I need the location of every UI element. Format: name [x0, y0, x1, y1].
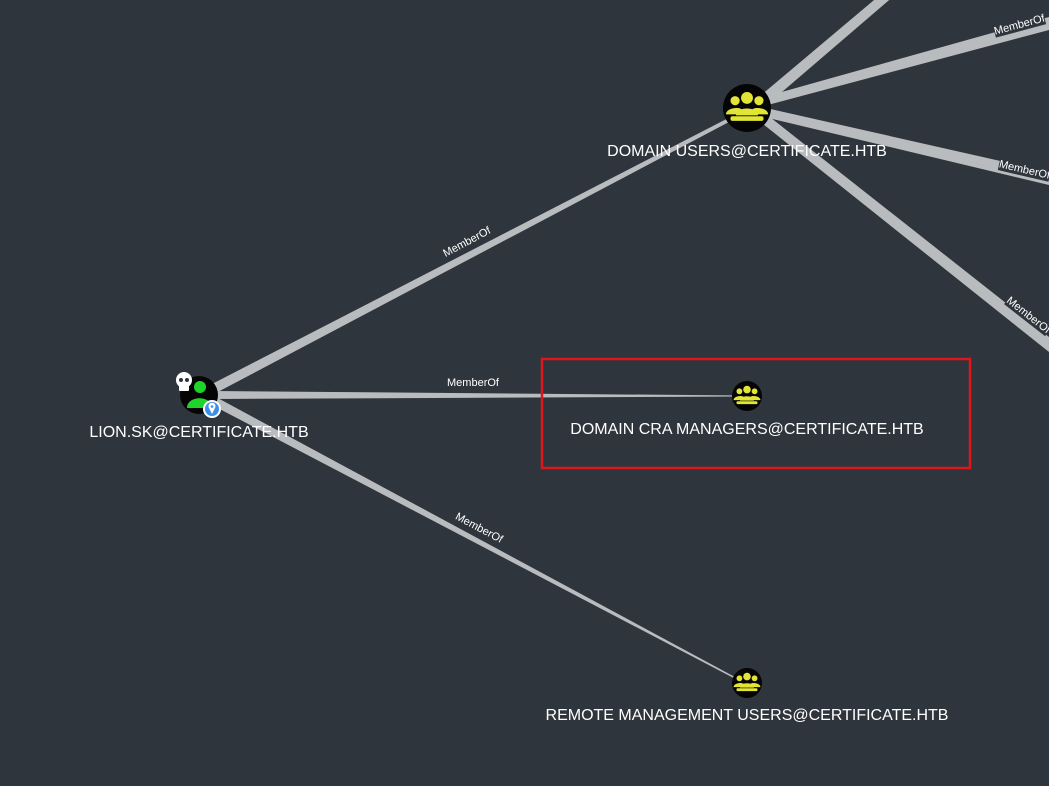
- node-cra-managers[interactable]: DOMAIN CRA MANAGERS@CERTIFICATE.HTB: [570, 381, 924, 438]
- edge-du-out-2[interactable]: MemberOf: [760, 11, 1049, 106]
- node-label-remote-mgmt: REMOTE MANAGEMENT USERS@CERTIFICATE.HTB: [546, 707, 949, 724]
- edge-label: MemberOf: [447, 377, 500, 389]
- node-label-lion-sk: LION.SK@CERTIFICATE.HTB: [89, 424, 308, 441]
- map-pin-icon: [203, 400, 221, 418]
- node-lion-sk[interactable]: LION.SK@CERTIFICATE.HTB: [89, 372, 309, 441]
- edge-lion-to-cra-managers[interactable]: MemberOf: [214, 376, 746, 399]
- node-remote-mgmt[interactable]: REMOTE MANAGEMENT USERS@CERTIFICATE.HTB: [546, 668, 949, 724]
- node-domain-users[interactable]: DOMAIN USERS@CERTIFICATE.HTB: [607, 84, 887, 160]
- graph-canvas[interactable]: MemberOf MemberOf MemberOf MemberOf Memb…: [0, 0, 1049, 786]
- node-label-domain-users: DOMAIN USERS@CERTIFICATE.HTB: [607, 143, 887, 160]
- highlight-box: [540, 357, 972, 470]
- node-label-cra-managers: DOMAIN CRA MANAGERS@CERTIFICATE.HTB: [570, 421, 923, 438]
